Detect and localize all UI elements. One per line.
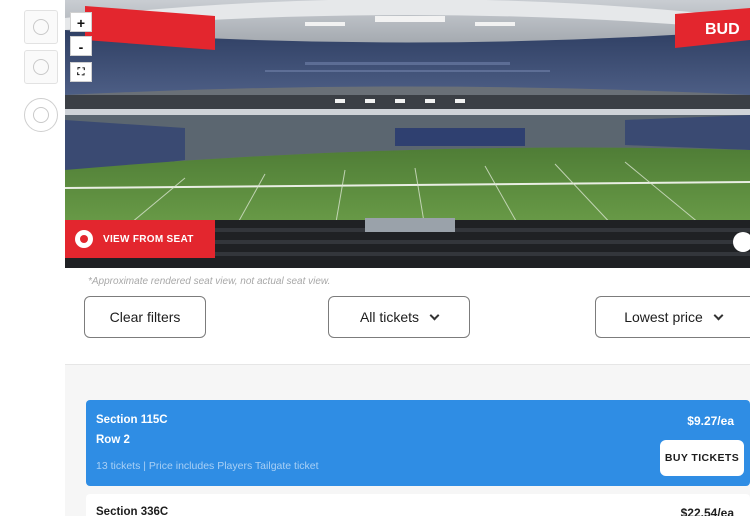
seat-view-image[interactable]: BUD + - ⛶ VIEW FROM SEAT xyxy=(65,0,750,268)
listing-description: 13 tickets | Price includes Players Tail… xyxy=(96,460,319,472)
sort-value: Lowest price xyxy=(624,309,703,325)
chevron-down-icon xyxy=(429,310,440,320)
fullscreen-button[interactable]: ⛶ xyxy=(70,62,92,82)
chevron-down-icon xyxy=(713,310,724,320)
target-icon xyxy=(75,230,93,248)
buy-tickets-button[interactable]: BUY TICKETS xyxy=(660,440,744,476)
listing-price: $22.54/ea xyxy=(680,506,734,516)
map-search-button[interactable] xyxy=(24,98,58,132)
view-from-seat-label: VIEW FROM SEAT xyxy=(103,233,194,245)
map-zoom-out-button[interactable] xyxy=(24,50,58,84)
listing-price: $9.27/ea xyxy=(687,414,734,428)
ticket-filter-dropdown[interactable]: All tickets xyxy=(328,296,470,338)
zoom-in-button[interactable]: + xyxy=(70,12,92,32)
listing-card-selected[interactable]: Section 115C Row 2 13 tickets | Price in… xyxy=(86,400,750,486)
zoom-out-circle-icon xyxy=(33,59,49,75)
listing-section: Section 115C xyxy=(96,414,168,426)
scoreboard-text: BUD xyxy=(705,21,740,38)
search-circle-icon xyxy=(33,107,49,123)
ticket-filter-value: All tickets xyxy=(359,309,420,325)
listing-row: Row 2 xyxy=(96,434,130,446)
listing-section: Section 336C xyxy=(96,506,169,516)
map-controls-rail xyxy=(0,0,62,516)
view-from-seat-badge[interactable]: VIEW FROM SEAT xyxy=(65,220,215,258)
clear-filters-label: Clear filters xyxy=(109,309,181,325)
zoom-in-circle-icon xyxy=(33,19,49,35)
sort-dropdown[interactable]: Lowest price xyxy=(595,296,750,338)
clear-filters-button[interactable]: Clear filters xyxy=(84,296,206,338)
seat-view-disclaimer: *Approximate rendered seat view, not act… xyxy=(88,276,331,287)
listing-card[interactable]: Section 336C $22.54/ea xyxy=(86,494,750,516)
map-zoom-in-button[interactable] xyxy=(24,10,58,44)
zoom-out-button[interactable]: - xyxy=(70,36,92,56)
fullscreen-icon: ⛶ xyxy=(77,67,85,78)
